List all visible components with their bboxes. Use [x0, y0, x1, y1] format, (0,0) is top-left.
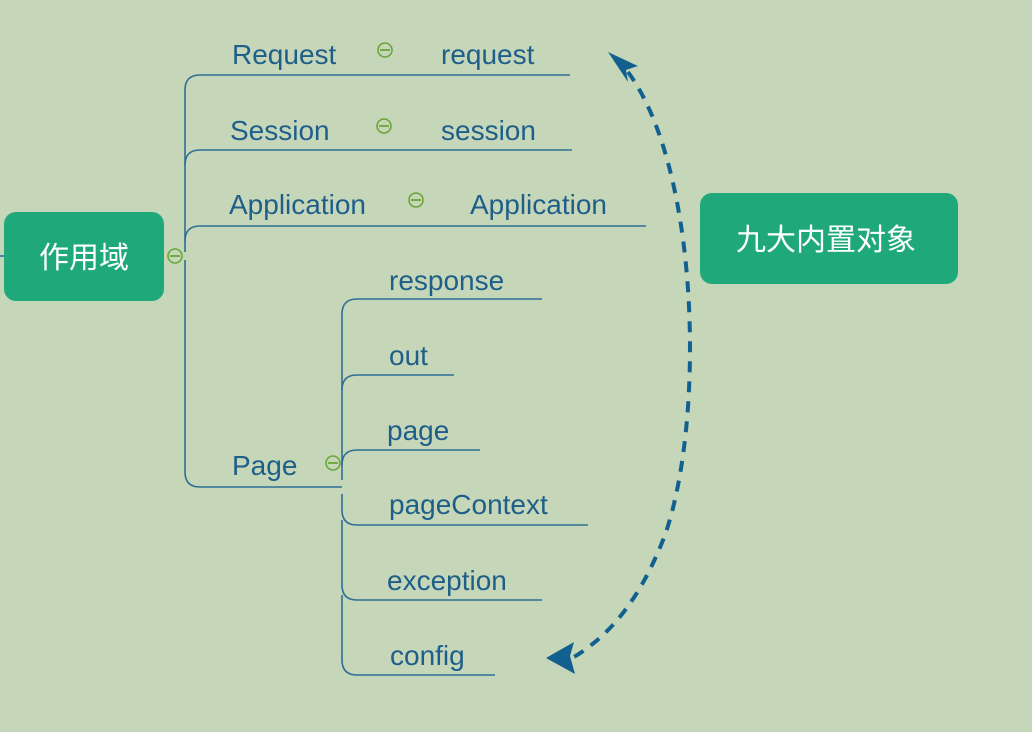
branch-page[interactable]: Page [232, 450, 341, 481]
branch-line-session [184, 149, 572, 166]
object-label-request: request [441, 39, 535, 70]
page-line-out [341, 374, 454, 391]
double-headed-arrow [546, 52, 692, 674]
scope-label-application: Application [229, 189, 366, 220]
scope-label-session: Session [230, 115, 330, 146]
root-node[interactable]: 作用域 [0, 212, 164, 301]
object-label-response[interactable]: response [389, 265, 504, 296]
object-label-application: Application [470, 189, 607, 220]
page-objects: response out page pageContext exception … [387, 265, 548, 671]
root-node-label: 作用域 [39, 241, 129, 276]
branch-request[interactable]: Request request [232, 39, 535, 70]
object-label-exception[interactable]: exception [387, 565, 507, 596]
target-node[interactable]: 九大内置对象 [700, 193, 958, 284]
scope-label-page: Page [232, 450, 297, 481]
object-label-session: session [441, 115, 536, 146]
page-line-page [341, 449, 480, 466]
mind-map-canvas: 作用域 Request request Session session Appl… [0, 39, 958, 676]
branch-session[interactable]: Session session [230, 115, 536, 146]
scope-label-request: Request [232, 39, 337, 70]
object-label-page[interactable]: page [387, 415, 449, 446]
dashed-arrow-line [572, 70, 692, 659]
target-node-label: 九大内置对象 [736, 223, 916, 258]
object-label-out[interactable]: out [389, 340, 428, 371]
page-line-response [341, 298, 542, 480]
arrow-head-bottom [546, 642, 575, 674]
object-label-config[interactable]: config [390, 640, 465, 671]
branch-line-application [184, 225, 646, 242]
root-collapse-toggle[interactable] [167, 248, 183, 264]
object-label-pagecontext[interactable]: pageContext [389, 489, 548, 520]
branch-application[interactable]: Application Application [229, 189, 607, 220]
